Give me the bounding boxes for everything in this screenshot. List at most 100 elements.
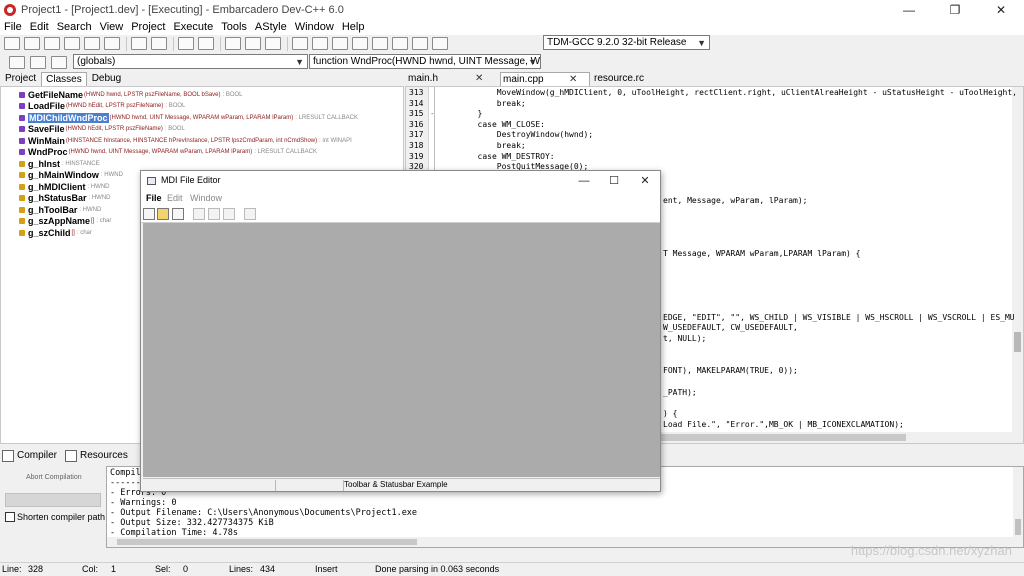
mdi-menu-window[interactable]: Window — [190, 193, 222, 203]
code-line[interactable]: DestroyWindow(hwnd); — [439, 130, 593, 139]
close-tab-icon[interactable]: ✕ — [569, 73, 577, 86]
code-line-fragment[interactable]: EDGE, "EDIT", "", WS_CHILD | WS_VISIBLE … — [663, 313, 1015, 322]
save-all-icon[interactable] — [64, 37, 80, 50]
class-item[interactable]: g_hInst: HINSTANCE — [19, 158, 100, 169]
scroll-thumb[interactable] — [1014, 332, 1021, 352]
paste-icon[interactable] — [223, 208, 235, 220]
menu-edit[interactable]: Edit — [26, 20, 53, 35]
save-icon[interactable] — [172, 208, 184, 220]
compile-icon[interactable] — [292, 37, 308, 50]
save-icon[interactable] — [44, 37, 60, 50]
scroll-thumb[interactable] — [117, 539, 417, 545]
abort-compilation-button[interactable] — [5, 493, 101, 507]
class-item[interactable]: SaveFile (HWND hEdit, LPSTR pszFileName):… — [19, 124, 185, 135]
class-item[interactable]: g_szAppName[]: char — [19, 216, 111, 227]
tab-resources[interactable]: Resources — [63, 449, 128, 462]
class-item[interactable]: WndProc (HWND hwnd, UINT Message, WPARAM … — [19, 147, 317, 158]
class-item[interactable]: LoadFile (HWND hEdit, LPSTR pszFileName):… — [19, 101, 185, 112]
mdi-title-bar[interactable]: MDI File Editor — ☐ ✕ — [141, 171, 660, 191]
class-item[interactable]: g_hStatusBar: HWND — [19, 193, 111, 204]
mdi-minimize-button[interactable]: — — [569, 172, 599, 190]
new-file-icon[interactable] — [4, 37, 20, 50]
code-line-fragment[interactable]: t, NULL); — [663, 334, 706, 343]
code-line-fragment[interactable]: _PATH); — [663, 388, 697, 397]
close-button[interactable]: ✕ — [978, 0, 1024, 20]
class-item[interactable]: WinMain (HINSTANCE hInstance, HINSTANCE h… — [19, 135, 352, 146]
mdi-file-editor-window[interactable]: MDI File Editor — ☐ ✕ File Edit Window T… — [140, 170, 661, 492]
class-item[interactable]: g_hMDIClient: HWND — [19, 181, 110, 192]
tab-debug[interactable]: Debug — [87, 71, 126, 86]
code-line[interactable]: } — [439, 109, 483, 118]
maximize-button[interactable]: ❐ — [932, 0, 978, 20]
new-icon[interactable] — [143, 208, 155, 220]
open-project-icon[interactable] — [151, 37, 167, 50]
devcpp-app-icon[interactable] — [4, 4, 16, 16]
code-line[interactable]: case WM_DESTROY: — [439, 152, 555, 161]
cut-icon[interactable] — [193, 208, 205, 220]
chevron-down-icon[interactable]: ▼ — [295, 56, 304, 68]
shorten-checkbox[interactable] — [5, 512, 15, 522]
log-vertical-scrollbar[interactable] — [1013, 467, 1023, 539]
code-line[interactable]: MoveWindow(g_hMDIClient, 0, uToolHeight,… — [439, 88, 1017, 97]
menu-project[interactable]: Project — [127, 20, 169, 35]
chevron-down-icon[interactable]: ▼ — [528, 56, 537, 68]
editor-vertical-scrollbar[interactable] — [1012, 87, 1023, 434]
function-combo[interactable]: function WndProc(HWND hwnd, UINT Message… — [309, 54, 541, 69]
bookmark-icon[interactable] — [30, 56, 46, 69]
menu-help[interactable]: Help — [338, 20, 369, 35]
compiler-select[interactable]: TDM-GCC 9.2.0 32-bit Release ▼ — [543, 35, 710, 50]
goto-bookmark-icon[interactable] — [51, 56, 67, 69]
mdi-close-button[interactable]: ✕ — [630, 172, 660, 190]
menu-file[interactable]: File — [0, 20, 26, 35]
scope-combo[interactable]: (globals) ▼ — [73, 54, 308, 69]
menu-search[interactable]: Search — [53, 20, 96, 35]
class-item[interactable]: g_szChild[]: char — [19, 227, 92, 238]
class-item[interactable]: g_hToolBar: HWND — [19, 204, 101, 215]
code-line-fragment[interactable]: Load File.", "Error.",MB_OK | MB_ICONEXC… — [663, 420, 904, 429]
mdi-client-area[interactable] — [143, 223, 660, 477]
mdi-menu-edit[interactable]: Edit — [167, 193, 183, 203]
class-item[interactable]: MDIChildWndProc (HWND hwnd, UINT Message,… — [19, 112, 358, 123]
rebuild-all-icon[interactable] — [352, 37, 368, 50]
code-line-fragment[interactable]: ) { — [663, 409, 677, 418]
debug-icon[interactable] — [432, 37, 448, 50]
code-line-fragment[interactable]: ent, Message, wParam, lParam); — [663, 196, 808, 205]
open-file-icon[interactable] — [24, 37, 40, 50]
class-item[interactable]: g_hMainWindow: HWND — [19, 170, 123, 181]
class-item[interactable]: GetFileName (HWND hwnd, LPSTR pszFileName… — [19, 89, 243, 100]
mdi-maximize-button[interactable]: ☐ — [599, 172, 629, 190]
minimize-button[interactable]: — — [886, 0, 932, 20]
menu-tools[interactable]: Tools — [217, 20, 251, 35]
insert-icon[interactable] — [9, 56, 25, 69]
code-line-fragment[interactable]: T Message, WPARAM wParam,LPARAM lParam) … — [663, 249, 860, 258]
redo-icon[interactable] — [198, 37, 214, 50]
shorten-compiler-path[interactable]: Shorten compiler path — [5, 512, 105, 522]
code-line[interactable]: break; — [439, 141, 526, 150]
open-icon[interactable] — [157, 208, 169, 220]
undo-icon[interactable] — [178, 37, 194, 50]
code-line-fragment[interactable]: FONT), MAKELPARAM(TRUE, 0)); — [663, 366, 798, 375]
syntax-check-icon[interactable] — [372, 37, 388, 50]
run-icon[interactable] — [312, 37, 328, 50]
close-file-icon[interactable] — [84, 37, 100, 50]
menu-astyle[interactable]: AStyle — [251, 20, 291, 35]
code-line-fragment[interactable]: W_USEDEFAULT, CW_USEDEFAULT, — [663, 323, 798, 332]
compile-run-icon[interactable] — [332, 37, 348, 50]
mdi-menu-file[interactable]: File — [146, 193, 162, 203]
undo-icon[interactable] — [244, 208, 256, 220]
close-tab-icon[interactable]: ✕ — [475, 72, 483, 85]
replace-icon[interactable] — [245, 37, 261, 50]
chevron-down-icon[interactable]: ▼ — [697, 37, 706, 50]
tab-compiler[interactable]: Compiler — [0, 449, 57, 462]
tab-resource-rc[interactable]: resource.rc — [592, 72, 662, 86]
scroll-thumb[interactable] — [1015, 519, 1021, 535]
menu-view[interactable]: View — [96, 20, 128, 35]
fold-marker-icon[interactable]: - — [430, 109, 438, 118]
menu-execute[interactable]: Execute — [169, 20, 217, 35]
code-line[interactable]: case WM_CLOSE: — [439, 120, 545, 129]
copy-icon[interactable] — [208, 208, 220, 220]
new-project-icon[interactable] — [131, 37, 147, 50]
print-icon[interactable] — [104, 37, 120, 50]
menu-window[interactable]: Window — [291, 20, 338, 35]
tab-project[interactable]: Project — [0, 71, 41, 86]
